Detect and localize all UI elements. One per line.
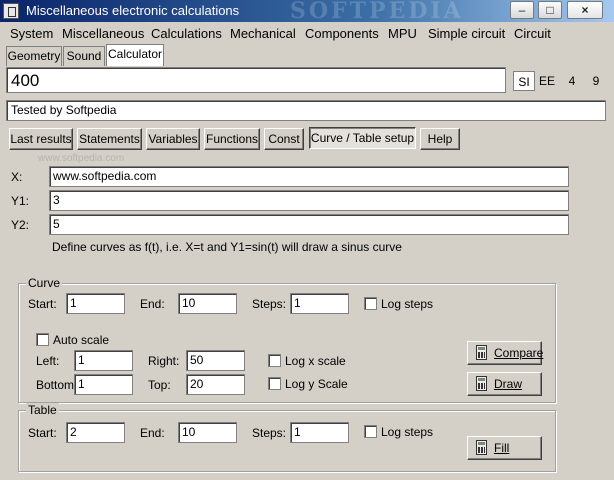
curve-start-input[interactable]: 1 [66,293,125,314]
draw-button-label: Draw [494,377,523,391]
table-log-steps-label: Log steps [381,425,434,439]
log-y-scale-label: Log y Scale [285,377,348,391]
bottom-input[interactable]: 1 [74,374,133,395]
right-input[interactable]: 50 [186,350,245,371]
fill-button-label: Fill [494,441,510,455]
menu-mechanical[interactable]: Mechanical [230,26,296,41]
log-x-scale-checkbox[interactable] [268,354,281,367]
curve-log-steps-checkbox[interactable] [364,297,377,310]
unit-4[interactable]: 4 [561,71,583,91]
unit-ee[interactable]: EE [536,71,558,91]
x-expression-input[interactable]: www.softpedia.com [49,166,569,187]
curve-end-label: End: [140,297,165,311]
menu-components[interactable]: Components [305,26,379,41]
left-input[interactable]: 1 [74,350,133,371]
help-button[interactable]: Help [420,128,460,150]
minimize-button[interactable]: – [510,1,534,19]
window-title: Miscellaneous electronic calculations [26,3,240,18]
menu-system[interactable]: System [10,26,53,41]
menu-circuit[interactable]: Circuit [514,26,551,41]
y2-label: Y2: [11,218,30,232]
close-button[interactable]: × [567,1,603,19]
result-display[interactable]: 400 [6,67,506,93]
curve-group-title: Curve [26,276,63,290]
last-results-button[interactable]: Last results [9,128,73,150]
menu-miscellaneous[interactable]: Miscellaneous [62,26,144,41]
draw-button[interactable]: Draw [467,372,542,396]
statements-button[interactable]: Statements [77,128,142,150]
auto-scale-label: Auto scale [53,333,110,347]
maximize-button[interactable]: □ [538,1,562,19]
functions-button[interactable]: Functions [204,128,260,150]
menu-calculations[interactable]: Calculations [151,26,222,41]
menu-simple-circuit[interactable]: Simple circuit [428,26,505,41]
y2-expression-input[interactable]: 5 [49,214,569,235]
curve-log-steps-label: Log steps [381,297,434,311]
fill-button[interactable]: Fill [467,436,542,460]
curve-end-input[interactable]: 10 [178,293,237,314]
table-steps-label: Steps: [252,426,287,440]
softpedia-url-watermark: www.softpedia.com [38,153,125,164]
top-label: Top: [148,378,171,392]
unit-9[interactable]: 9 [585,71,607,91]
auto-scale-checkbox[interactable] [36,333,49,346]
unit-si[interactable]: SI [513,71,535,91]
curve-hint: Define curves as f(t), i.e. X=t and Y1=s… [52,240,402,254]
menu-bar: System Miscellaneous Calculations Mechan… [0,22,614,44]
calculator-icon [476,440,487,455]
table-start-label: Start: [28,426,57,440]
table-steps-input[interactable]: 1 [290,422,349,443]
expression-input[interactable]: Tested by Softpedia [6,100,606,121]
y1-label: Y1: [11,194,30,208]
tab-geometry[interactable]: Geometry [6,46,62,66]
calculator-icon [476,376,487,391]
y1-expression-input[interactable]: 3 [49,190,569,211]
tab-sound[interactable]: Sound [63,46,105,66]
table-start-input[interactable]: 2 [66,422,125,443]
curve-steps-label: Steps: [252,297,287,311]
tab-calculator[interactable]: Calculator [106,44,164,66]
softpedia-watermark: SOFTPEDIA [290,0,464,24]
calculator-icon [476,345,487,360]
compare-button[interactable]: Compare [467,341,544,365]
x-label: X: [11,170,23,184]
table-group-title: Table [26,403,59,417]
app-icon[interactable] [3,3,19,19]
curve-steps-input[interactable]: 1 [290,293,349,314]
variables-button[interactable]: Variables [146,128,200,150]
curve-start-label: Start: [28,297,57,311]
log-x-scale-label: Log x scale [285,354,346,368]
compare-button-label: Compare [494,346,544,360]
bottom-label: Bottom: [36,378,78,392]
table-end-label: End: [140,426,165,440]
title-bar: Miscellaneous electronic calculations SO… [0,0,614,24]
top-input[interactable]: 20 [186,374,245,395]
const-button[interactable]: Const [264,128,304,150]
log-y-scale-checkbox[interactable] [268,377,281,390]
table-end-input[interactable]: 10 [178,422,237,443]
table-log-steps-checkbox[interactable] [364,425,377,438]
curve-table-setup-button[interactable]: Curve / Table setup [309,127,416,149]
left-label: Left: [36,354,60,368]
menu-mpu[interactable]: MPU [388,26,417,41]
right-label: Right: [148,354,180,368]
